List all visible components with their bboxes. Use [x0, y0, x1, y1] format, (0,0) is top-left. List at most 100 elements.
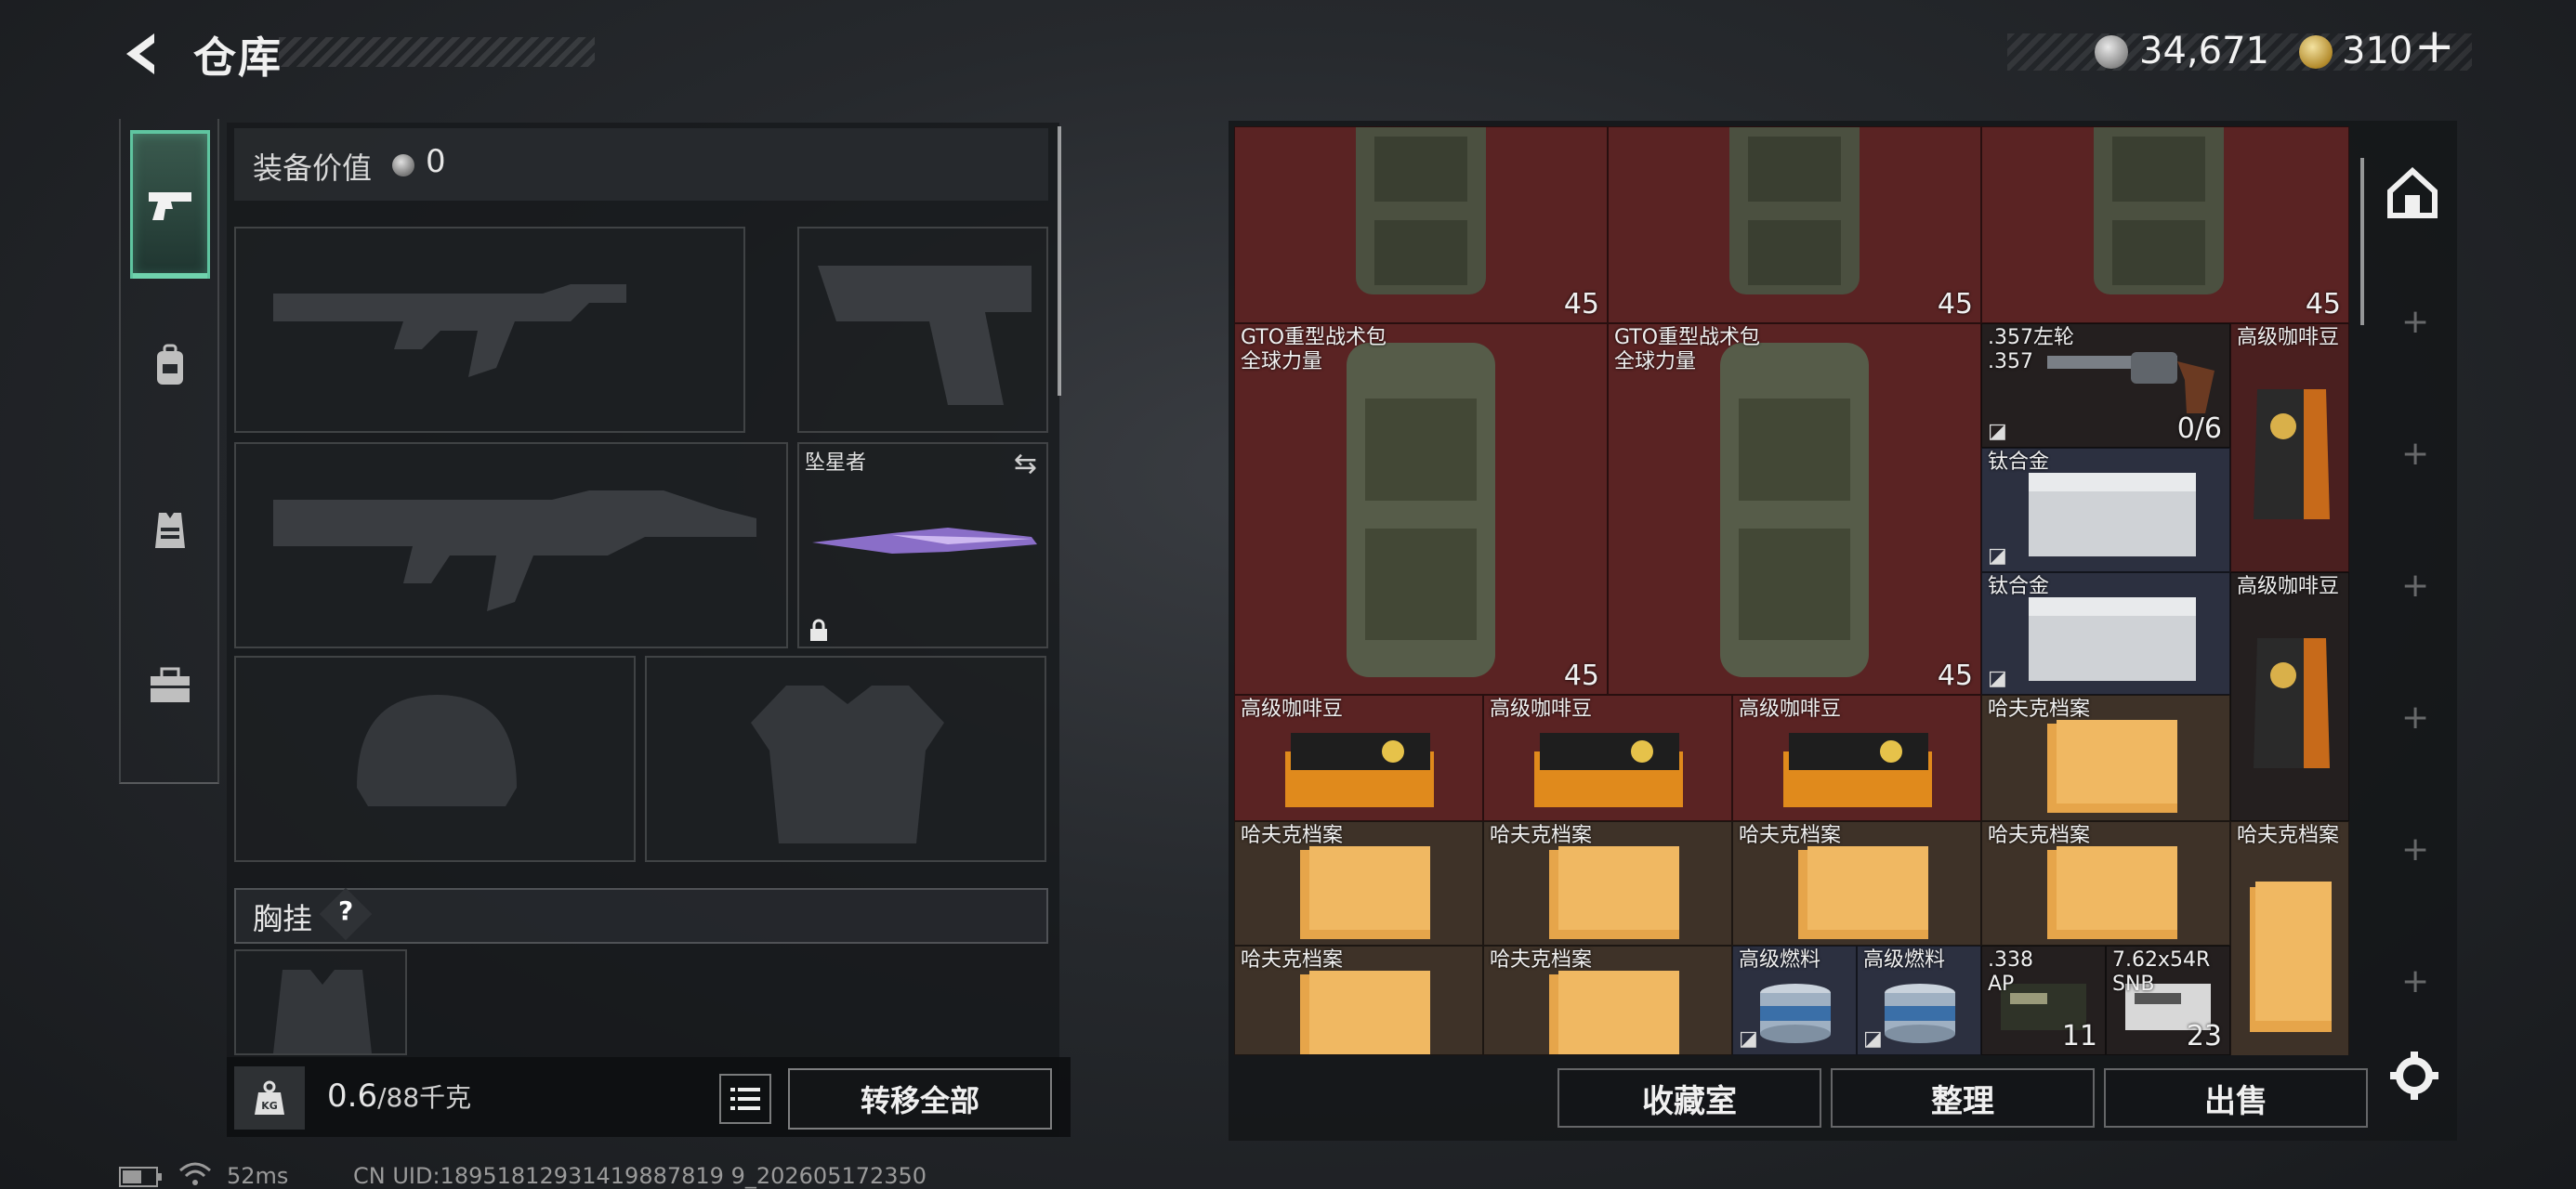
- add-currency-button[interactable]: +: [2414, 22, 2455, 71]
- add-storage-button[interactable]: +: [2401, 303, 2429, 341]
- folder-icon: [2047, 720, 2177, 813]
- loadout-scrollbar[interactable]: [1058, 126, 1061, 396]
- grid-item-titanium[interactable]: 钛合金 ◪: [1981, 572, 2230, 695]
- lock-icon: [810, 619, 827, 641]
- battery-icon: [119, 1167, 162, 1187]
- item-name: 哈夫克档案: [1241, 824, 1344, 847]
- item-name: 高级咖啡豆: [1241, 698, 1344, 721]
- item-name: GTO重型战术包 全球力量: [1241, 326, 1387, 373]
- armor-slot[interactable]: [645, 656, 1046, 862]
- metal-ingot-icon: [2029, 473, 2196, 556]
- add-storage-button[interactable]: +: [2401, 567, 2429, 605]
- no-insure-icon: ◪: [1988, 544, 2007, 568]
- tab-vest[interactable]: [130, 455, 210, 604]
- transfer-all-button[interactable]: 转移全部: [788, 1068, 1052, 1130]
- grid-item-fuel[interactable]: 高级燃料 ◪: [1732, 946, 1857, 1055]
- grid-item-gto-backpack[interactable]: GTO重型战术包 全球力量 45: [1608, 323, 1981, 695]
- fuel-can-icon: [1885, 984, 1955, 1043]
- item-name: 哈夫克档案: [1739, 824, 1842, 847]
- grid-item-haavk-file[interactable]: 哈夫克档案: [1234, 946, 1483, 1055]
- add-storage-button[interactable]: +: [2401, 699, 2429, 737]
- gold-coin-icon: [2299, 35, 2333, 69]
- tab-case[interactable]: [130, 611, 210, 760]
- secondary-weapon-slot[interactable]: [234, 442, 788, 648]
- no-insure-icon: ◪: [1988, 420, 2007, 443]
- chest-rig-slot[interactable]: [234, 949, 407, 1055]
- chest-rig-silhouette-icon: [273, 970, 372, 1053]
- item-name: 高级燃料: [1739, 948, 1821, 972]
- rifle-silhouette-icon: [273, 490, 756, 611]
- grid-item-coffee[interactable]: 高级咖啡豆: [2230, 323, 2349, 572]
- primary-weapon-slot[interactable]: [234, 227, 745, 433]
- grid-item-haavk-file[interactable]: 哈夫克档案: [1981, 695, 2230, 821]
- tab-backpack[interactable]: [130, 292, 210, 440]
- title-stripe: [279, 37, 595, 67]
- item-count: 23: [2186, 1020, 2222, 1052]
- grid-item-haavk-file[interactable]: 哈夫克档案: [1981, 821, 2230, 946]
- grid-item-haavk-file[interactable]: 哈夫克档案: [2230, 821, 2349, 1055]
- pistol-icon: [149, 191, 191, 220]
- ping-readout: 52ms: [227, 1163, 289, 1189]
- weight-max: /88千克: [377, 1082, 472, 1113]
- grid-item-coffee[interactable]: 高级咖啡豆: [1234, 695, 1483, 821]
- grid-item-gto-backpack[interactable]: GTO重型战术包 全球力量 45: [1234, 323, 1608, 695]
- backpack-icon: [1720, 343, 1869, 677]
- item-name: 钛合金: [1988, 451, 2050, 474]
- melee-slot[interactable]: 坠星者 ⇆: [797, 442, 1048, 648]
- item-count: 45: [1563, 288, 1599, 320]
- grid-item-ammo[interactable]: 7.62x54R SNB 23: [2106, 946, 2230, 1055]
- collection-room-button[interactable]: 收藏室: [1557, 1068, 1821, 1128]
- coffee-bag-icon: [2254, 389, 2330, 519]
- grid-item-haavk-file[interactable]: 哈夫克档案: [1483, 821, 1732, 946]
- grid-item-coffee[interactable]: 高级咖啡豆: [1483, 695, 1732, 821]
- list-icon: [730, 1088, 760, 1110]
- grid-item-fuel[interactable]: 高级燃料 ◪: [1857, 946, 1981, 1055]
- storage-grid: 45 45 45 GTO重型战术包 全球力量 45 GTO重型战术包 全球力量 …: [1234, 126, 2349, 1055]
- folder-icon: [1549, 971, 1679, 1054]
- backpack-icon: [2094, 127, 2224, 294]
- grid-item-coffee[interactable]: 高级咖啡豆: [2230, 572, 2349, 821]
- backpack-icon: [1356, 127, 1486, 294]
- sell-button[interactable]: 出售: [2104, 1068, 2368, 1128]
- grid-item-titanium[interactable]: 钛合金 ◪: [1981, 448, 2230, 572]
- grid-item-haavk-file[interactable]: 哈夫克档案: [1483, 946, 1732, 1055]
- item-name: 7.62x54R SNB: [2112, 948, 2211, 996]
- pistol-silhouette-icon: [818, 266, 1032, 405]
- value-coin-icon: [392, 154, 414, 176]
- helmet-slot[interactable]: [234, 656, 636, 862]
- item-name: GTO重型战术包 全球力量: [1614, 326, 1761, 373]
- silver-amount: 34,671: [2139, 30, 2269, 72]
- grid-item-coffee[interactable]: 高级咖啡豆: [1732, 695, 1981, 821]
- equipment-value-label: 装备价值: [253, 150, 373, 186]
- item-count: 45: [1563, 660, 1599, 692]
- item-name: 高级咖啡豆: [2237, 575, 2340, 598]
- grid-item-backpack[interactable]: 45: [1234, 126, 1608, 323]
- gear-icon[interactable]: [2388, 1050, 2440, 1102]
- storage-home-icon[interactable]: [2386, 167, 2438, 219]
- item-name: 高级咖啡豆: [1739, 698, 1842, 721]
- weight-current: 0.6: [327, 1078, 378, 1115]
- grid-item-revolver[interactable]: .357左轮 .357 ◪ 0/6: [1981, 323, 2230, 448]
- grid-item-backpack[interactable]: 45: [1608, 126, 1981, 323]
- chest-rig-label: 胸挂: [253, 901, 313, 936]
- backpack-icon: [157, 344, 183, 385]
- helmet-silhouette-icon: [357, 695, 517, 806]
- tab-weapons[interactable]: [130, 130, 210, 279]
- silver-coin-icon: [2095, 35, 2128, 69]
- item-name: 钛合金: [1988, 575, 2050, 598]
- grid-item-haavk-file[interactable]: 哈夫克档案: [1234, 821, 1483, 946]
- swap-icon[interactable]: ⇆: [1014, 448, 1037, 480]
- wifi-icon: [179, 1162, 211, 1185]
- back-arrow-icon[interactable]: [117, 28, 169, 80]
- organize-button[interactable]: 整理: [1831, 1068, 2095, 1128]
- sidearm-slot[interactable]: [797, 227, 1048, 433]
- grid-item-ammo[interactable]: .338 AP 11: [1981, 946, 2106, 1055]
- grid-item-haavk-file[interactable]: 哈夫克档案: [1732, 821, 1981, 946]
- coffee-box-icon: [1783, 733, 1932, 807]
- grid-item-backpack[interactable]: 45: [1981, 126, 2349, 323]
- add-storage-button[interactable]: +: [2401, 830, 2429, 869]
- add-storage-button[interactable]: +: [2401, 435, 2429, 473]
- equipment-value: 0: [426, 143, 446, 180]
- add-storage-button[interactable]: +: [2401, 962, 2429, 1000]
- list-view-button[interactable]: [719, 1074, 771, 1124]
